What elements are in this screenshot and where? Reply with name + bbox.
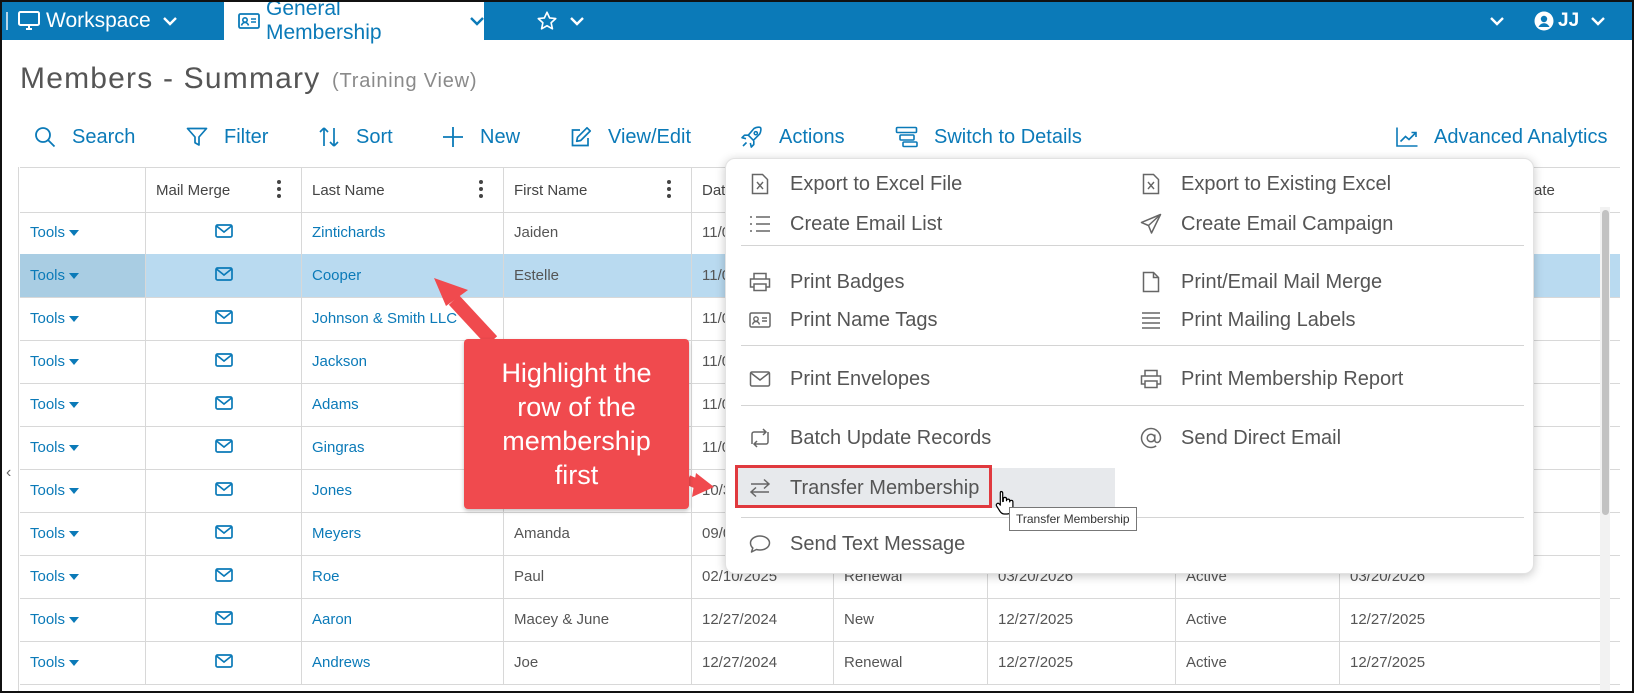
callout-text: Highlight the row of the membership firs… <box>501 358 652 490</box>
app-window: Workspace General Membership JJ Members … <box>0 0 1634 693</box>
annotation-callout: Highlight the row of the membership firs… <box>464 339 689 509</box>
callout-arrow-right-head <box>692 473 714 497</box>
callout-arrow-up <box>448 295 498 346</box>
annotation-arrows <box>434 278 714 497</box>
